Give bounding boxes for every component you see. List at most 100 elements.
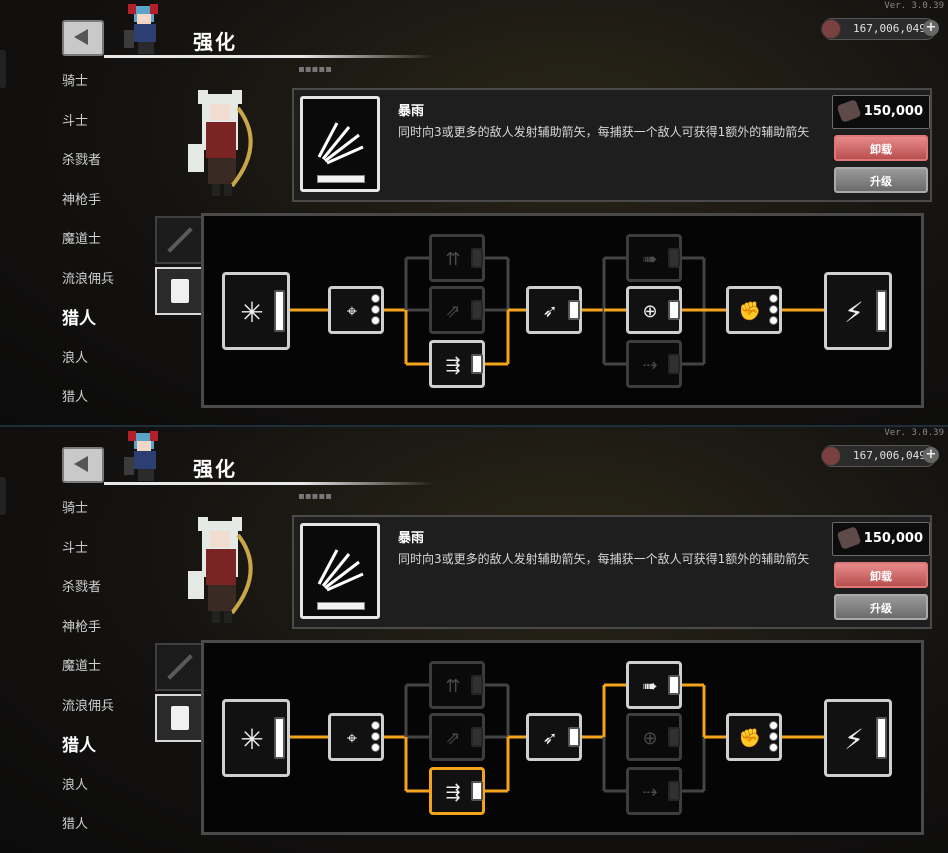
nav-item[interactable]: 魔道士: [62, 657, 162, 697]
skill-description: 同时向3或更多的敌人发射辅助箭矢，每捕获一个敌人可获得1额外的辅助箭矢: [398, 125, 810, 139]
nav-item[interactable]: 骑士: [62, 499, 162, 539]
skill-node[interactable]: ⇶: [429, 767, 485, 815]
target-bow-icon: ⇗: [445, 728, 461, 749]
nav-item[interactable]: 浪人: [62, 349, 162, 389]
coin-icon: [821, 446, 841, 466]
skill-node[interactable]: ⇢: [626, 340, 682, 388]
upgrade-panel-top: Ver. 3.0.39 强化 167,006,049 + 骑士 斗士 杀戮者 神枪手魔…: [0, 0, 948, 426]
lightning-bow-icon: ⚡: [844, 296, 864, 329]
upgrade-panel-bottom: Ver. 3.0.39 强化 167,006,049 + 骑士 斗士 杀戮者 神枪手魔…: [0, 427, 948, 853]
skill-node[interactable]: ✊: [726, 286, 782, 334]
plus-arrow-icon: ➶: [542, 728, 558, 749]
node-tab: [274, 290, 285, 332]
hunter-character: [188, 517, 253, 623]
class-sidebar: 骑士 斗士 杀戮者 神枪手 魔道士 流浪佣兵 猎人 浪人 猎人: [62, 72, 162, 426]
class-sidebar: 骑士 斗士 杀戮者 神枪手 魔道士 流浪佣兵 猎人 浪人 猎人: [62, 499, 162, 853]
skill-node[interactable]: ⇶: [429, 340, 485, 388]
nav-item[interactable]: 浪人: [62, 776, 162, 816]
currency-amount: 167,006,049: [853, 22, 926, 35]
skill-node[interactable]: ⚡: [824, 272, 892, 350]
skill-node[interactable]: ⊕: [626, 713, 682, 761]
back-button[interactable]: [62, 20, 104, 56]
nav-item[interactable]: 斗士: [62, 112, 162, 152]
node-tab: [668, 781, 680, 801]
skill-level-bar: [317, 602, 365, 610]
node-pips: [371, 719, 381, 754]
skill-node[interactable]: ⇈: [429, 661, 485, 709]
skill-node[interactable]: ⇢: [626, 767, 682, 815]
skill-card: 暴雨 同时向3或更多的敌人发射辅助箭矢，每捕获一个敌人可获得1额外的辅助箭矢 1…: [292, 88, 932, 202]
skill-node[interactable]: ⇗: [429, 713, 485, 761]
skill-name: 暴雨: [398, 531, 425, 546]
node-tab: [471, 354, 483, 374]
nav-item[interactable]: 猎人: [62, 309, 162, 349]
node-tab: [568, 727, 580, 747]
upgrade-button[interactable]: 升级: [834, 594, 928, 620]
page-title: 强化: [193, 457, 237, 481]
skill-node[interactable]: ⇈: [429, 234, 485, 282]
currency-display: 167,006,049 +: [821, 18, 939, 40]
multi-arrow-icon: ⊕: [642, 728, 658, 749]
unload-button[interactable]: 卸载: [834, 562, 928, 588]
skill-node[interactable]: ➶: [526, 713, 582, 761]
nav-item[interactable]: 神枪手: [62, 191, 162, 231]
skill-card: 暴雨 同时向3或更多的敌人发射辅助箭矢，每捕获一个敌人可获得1额外的辅助箭矢 1…: [292, 515, 932, 629]
rain-arrows-icon: [317, 122, 364, 165]
unload-button[interactable]: 卸载: [834, 135, 928, 161]
sword-tab[interactable]: [155, 643, 203, 691]
upgrade-cost: 150,000: [832, 522, 930, 556]
hero-avatar: [124, 431, 158, 481]
skill-node[interactable]: ⌖: [328, 286, 384, 334]
node-tab: [471, 727, 483, 747]
nav-item[interactable]: 猎人: [62, 815, 162, 853]
nav-item[interactable]: 魔道士: [62, 230, 162, 270]
nav-item[interactable]: 猎人: [62, 736, 162, 776]
node-tab: [471, 300, 483, 320]
nav-item[interactable]: 骑士: [62, 72, 162, 112]
book-tab[interactable]: [155, 694, 203, 742]
skill-node[interactable]: ⊕: [626, 286, 682, 334]
skill-node[interactable]: ⇗: [429, 286, 485, 334]
skill-node[interactable]: ✊: [726, 713, 782, 761]
title-underline: [104, 55, 434, 58]
version-label: Ver. 3.0.39: [884, 1, 944, 11]
edge-tab: [0, 477, 6, 515]
nav-item[interactable]: 杀戮者: [62, 578, 162, 618]
skill-node[interactable]: ✳: [222, 272, 290, 350]
node-tab: [876, 290, 887, 332]
nav-item[interactable]: 杀戮者: [62, 151, 162, 191]
skill-node[interactable]: ➶: [526, 286, 582, 334]
nav-item[interactable]: 猎人: [62, 388, 162, 426]
skill-node[interactable]: ➠: [626, 234, 682, 282]
node-tab: [668, 248, 680, 268]
back-button[interactable]: [62, 447, 104, 483]
sword-tab[interactable]: [155, 216, 203, 264]
add-currency-icon[interactable]: +: [923, 20, 939, 36]
nav-item[interactable]: 流浪佣兵: [62, 270, 162, 310]
node-tab: [568, 300, 580, 320]
skill-node[interactable]: ➠: [626, 661, 682, 709]
panel-divider: [0, 425, 948, 427]
node-tab: [471, 248, 483, 268]
node-tab: [668, 727, 680, 747]
skill-description: 同时向3或更多的敌人发射辅助箭矢，每捕获一个敌人可获得1额外的辅助箭矢: [398, 552, 810, 566]
skill-node[interactable]: ✳: [222, 699, 290, 777]
book-tab[interactable]: [155, 267, 203, 315]
nav-item[interactable]: 流浪佣兵: [62, 697, 162, 737]
skill-node[interactable]: ⚡: [824, 699, 892, 777]
add-currency-icon[interactable]: +: [923, 447, 939, 463]
quiver-icon: ⇈: [445, 249, 461, 270]
spiral-shot-icon: ➶: [542, 301, 558, 322]
nav-item[interactable]: 斗士: [62, 539, 162, 579]
node-tab: [876, 717, 887, 759]
node-pips: [769, 719, 779, 754]
skill-icon: [300, 523, 380, 619]
hero-avatar: [124, 4, 158, 54]
currency-display: 167,006,049 +: [821, 445, 939, 467]
gem-icon: [836, 526, 862, 550]
node-pips: [769, 292, 779, 327]
hunter-character: [188, 90, 253, 196]
nav-item[interactable]: 神枪手: [62, 618, 162, 658]
upgrade-button[interactable]: 升级: [834, 167, 928, 193]
skill-node[interactable]: ⌖: [328, 713, 384, 761]
